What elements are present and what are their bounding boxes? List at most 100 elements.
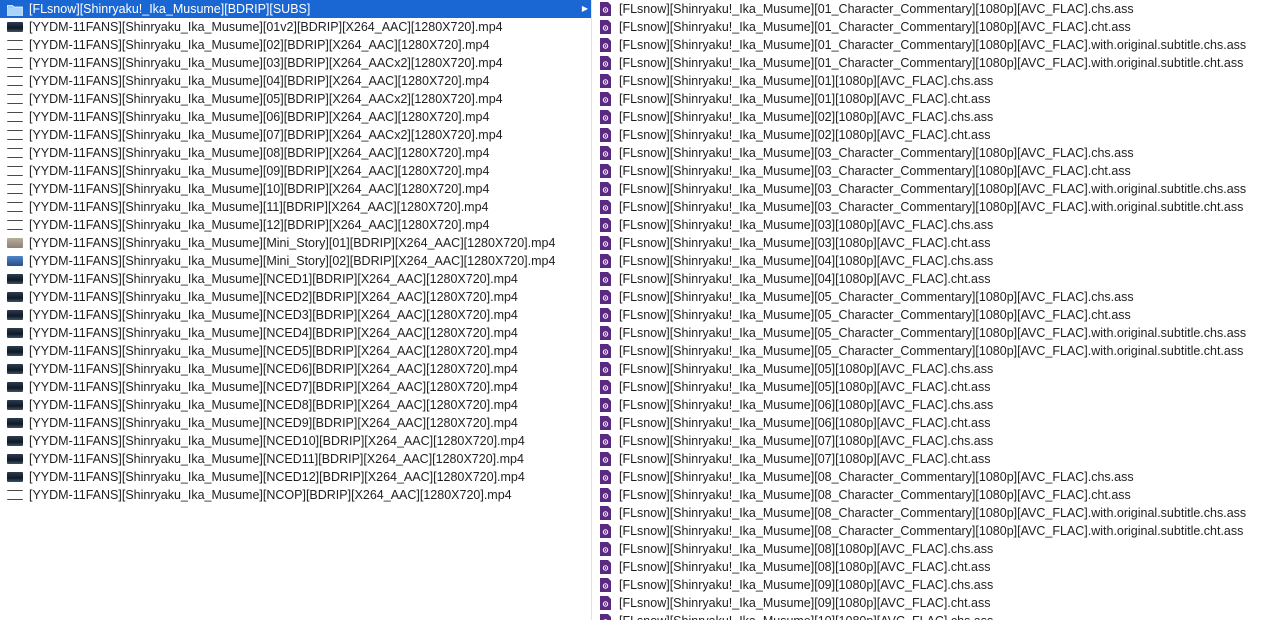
file-row[interactable]: [YYDM-11FANS][Shinryaku_Ika_Musume][NCED… bbox=[0, 378, 591, 396]
file-row[interactable]: [FLsnow][Shinryaku!_Ika_Musume][01_Chara… bbox=[593, 0, 1280, 18]
file-row[interactable]: [FLsnow][Shinryaku!_Ika_Musume][05_Chara… bbox=[593, 324, 1280, 342]
file-row[interactable]: [FLsnow][Shinryaku!_Ika_Musume][05_Chara… bbox=[593, 306, 1280, 324]
file-row[interactable]: [FLsnow][Shinryaku!_Ika_Musume][03_Chara… bbox=[593, 144, 1280, 162]
file-row[interactable]: [YYDM-11FANS][Shinryaku_Ika_Musume][Mini… bbox=[0, 252, 591, 270]
file-row[interactable]: [YYDM-11FANS][Shinryaku_Ika_Musume][NCED… bbox=[0, 306, 591, 324]
file-row[interactable]: [YYDM-11FANS][Shinryaku_Ika_Musume][NCED… bbox=[0, 396, 591, 414]
video-thumbnail-icon bbox=[7, 256, 23, 266]
file-name: [YYDM-11FANS][Shinryaku_Ika_Musume][NCED… bbox=[29, 344, 518, 358]
file-row[interactable]: [YYDM-11FANS][Shinryaku_Ika_Musume][09][… bbox=[0, 162, 591, 180]
video-thumbnail-icon bbox=[7, 166, 23, 176]
file-row[interactable]: [FLsnow][Shinryaku!_Ika_Musume][08_Chara… bbox=[593, 486, 1280, 504]
file-row[interactable]: [FLsnow][Shinryaku!_Ika_Musume][01][1080… bbox=[593, 90, 1280, 108]
file-row[interactable]: [FLsnow][Shinryaku!_Ika_Musume][05_Chara… bbox=[593, 288, 1280, 306]
file-row[interactable]: [YYDM-11FANS][Shinryaku_Ika_Musume][NCED… bbox=[0, 450, 591, 468]
subtitle-file-icon bbox=[600, 488, 611, 502]
left-column[interactable]: [FLsnow][Shinryaku!_Ika_Musume][BDRIP][S… bbox=[0, 0, 592, 620]
file-name: [YYDM-11FANS][Shinryaku_Ika_Musume][07][… bbox=[29, 128, 503, 142]
file-row[interactable]: [FLsnow][Shinryaku!_Ika_Musume][03][1080… bbox=[593, 234, 1280, 252]
subtitle-file-icon bbox=[600, 254, 611, 268]
file-row[interactable]: [YYDM-11FANS][Shinryaku_Ika_Musume][01v2… bbox=[0, 18, 591, 36]
file-row[interactable]: [YYDM-11FANS][Shinryaku_Ika_Musume][NCED… bbox=[0, 270, 591, 288]
video-thumbnail-icon bbox=[7, 472, 23, 482]
file-row[interactable]: [FLsnow][Shinryaku!_Ika_Musume][05_Chara… bbox=[593, 342, 1280, 360]
file-name: [YYDM-11FANS][Shinryaku_Ika_Musume][02][… bbox=[29, 38, 490, 52]
file-row[interactable]: [FLsnow][Shinryaku!_Ika_Musume][06][1080… bbox=[593, 414, 1280, 432]
file-row[interactable]: [FLsnow][Shinryaku!_Ika_Musume][02][1080… bbox=[593, 108, 1280, 126]
file-name: [FLsnow][Shinryaku!_Ika_Musume][03_Chara… bbox=[619, 200, 1244, 214]
file-row[interactable]: [YYDM-11FANS][Shinryaku_Ika_Musume][Mini… bbox=[0, 234, 591, 252]
file-row[interactable]: [FLsnow][Shinryaku!_Ika_Musume][08_Chara… bbox=[593, 468, 1280, 486]
file-row[interactable]: [YYDM-11FANS][Shinryaku_Ika_Musume][04][… bbox=[0, 72, 591, 90]
file-row[interactable]: [YYDM-11FANS][Shinryaku_Ika_Musume][05][… bbox=[0, 90, 591, 108]
file-row[interactable]: [YYDM-11FANS][Shinryaku_Ika_Musume][10][… bbox=[0, 180, 591, 198]
file-row[interactable]: [FLsnow][Shinryaku!_Ika_Musume][01_Chara… bbox=[593, 18, 1280, 36]
video-thumbnail-icon bbox=[7, 148, 23, 158]
folder-row[interactable]: [FLsnow][Shinryaku!_Ika_Musume][BDRIP][S… bbox=[0, 0, 591, 18]
chevron-right-icon: ▶ bbox=[581, 4, 588, 13]
file-name: [YYDM-11FANS][Shinryaku_Ika_Musume][09][… bbox=[29, 164, 490, 178]
file-row[interactable]: [YYDM-11FANS][Shinryaku_Ika_Musume][NCED… bbox=[0, 360, 591, 378]
file-row[interactable]: [FLsnow][Shinryaku!_Ika_Musume][07][1080… bbox=[593, 450, 1280, 468]
file-row[interactable]: [FLsnow][Shinryaku!_Ika_Musume][04][1080… bbox=[593, 252, 1280, 270]
video-thumbnail-icon bbox=[7, 58, 23, 68]
file-row[interactable]: [YYDM-11FANS][Shinryaku_Ika_Musume][07][… bbox=[0, 126, 591, 144]
file-row[interactable]: [FLsnow][Shinryaku!_Ika_Musume][08_Chara… bbox=[593, 522, 1280, 540]
file-row[interactable]: [FLsnow][Shinryaku!_Ika_Musume][07][1080… bbox=[593, 432, 1280, 450]
file-row[interactable]: [FLsnow][Shinryaku!_Ika_Musume][09][1080… bbox=[593, 594, 1280, 612]
file-name: [YYDM-11FANS][Shinryaku_Ika_Musume][NCED… bbox=[29, 470, 525, 484]
file-row[interactable]: [FLsnow][Shinryaku!_Ika_Musume][01][1080… bbox=[593, 72, 1280, 90]
file-name: [FLsnow][Shinryaku!_Ika_Musume][06][1080… bbox=[619, 416, 991, 430]
file-row[interactable]: [FLsnow][Shinryaku!_Ika_Musume][05][1080… bbox=[593, 360, 1280, 378]
file-row[interactable]: [YYDM-11FANS][Shinryaku_Ika_Musume][08][… bbox=[0, 144, 591, 162]
file-name: [YYDM-11FANS][Shinryaku_Ika_Musume][10][… bbox=[29, 182, 490, 196]
video-thumbnail-icon bbox=[7, 436, 23, 446]
file-row[interactable]: [FLsnow][Shinryaku!_Ika_Musume][09][1080… bbox=[593, 576, 1280, 594]
subtitle-file-icon bbox=[600, 182, 611, 196]
file-row[interactable]: [FLsnow][Shinryaku!_Ika_Musume][06][1080… bbox=[593, 396, 1280, 414]
file-row[interactable]: [FLsnow][Shinryaku!_Ika_Musume][10][1080… bbox=[593, 612, 1280, 620]
file-row[interactable]: [FLsnow][Shinryaku!_Ika_Musume][03_Chara… bbox=[593, 162, 1280, 180]
file-row[interactable]: [FLsnow][Shinryaku!_Ika_Musume][08_Chara… bbox=[593, 504, 1280, 522]
file-row[interactable]: [FLsnow][Shinryaku!_Ika_Musume][03_Chara… bbox=[593, 180, 1280, 198]
file-row[interactable]: [FLsnow][Shinryaku!_Ika_Musume][01_Chara… bbox=[593, 36, 1280, 54]
file-name: [FLsnow][Shinryaku!_Ika_Musume][01_Chara… bbox=[619, 56, 1244, 70]
subtitle-file-icon bbox=[600, 164, 611, 178]
file-row[interactable]: [YYDM-11FANS][Shinryaku_Ika_Musume][NCED… bbox=[0, 468, 591, 486]
file-row[interactable]: [YYDM-11FANS][Shinryaku_Ika_Musume][06][… bbox=[0, 108, 591, 126]
file-name: [FLsnow][Shinryaku!_Ika_Musume][03_Chara… bbox=[619, 164, 1131, 178]
file-row[interactable]: [YYDM-11FANS][Shinryaku_Ika_Musume][03][… bbox=[0, 54, 591, 72]
file-row[interactable]: [FLsnow][Shinryaku!_Ika_Musume][05][1080… bbox=[593, 378, 1280, 396]
file-name: [FLsnow][Shinryaku!_Ika_Musume][09][1080… bbox=[619, 578, 994, 592]
video-thumbnail-icon bbox=[7, 328, 23, 338]
file-row[interactable]: [YYDM-11FANS][Shinryaku_Ika_Musume][NCED… bbox=[0, 432, 591, 450]
subtitle-file-icon bbox=[600, 146, 611, 160]
subtitle-file-icon bbox=[600, 506, 611, 520]
file-row[interactable]: [FLsnow][Shinryaku!_Ika_Musume][02][1080… bbox=[593, 126, 1280, 144]
file-row[interactable]: [YYDM-11FANS][Shinryaku_Ika_Musume][12][… bbox=[0, 216, 591, 234]
file-row[interactable]: [YYDM-11FANS][Shinryaku_Ika_Musume][NCED… bbox=[0, 414, 591, 432]
video-thumbnail-icon bbox=[7, 382, 23, 392]
subtitle-file-icon bbox=[600, 362, 611, 376]
file-row[interactable]: [YYDM-11FANS][Shinryaku_Ika_Musume][02][… bbox=[0, 36, 591, 54]
subtitle-file-icon bbox=[600, 110, 611, 124]
file-row[interactable]: [FLsnow][Shinryaku!_Ika_Musume][08][1080… bbox=[593, 558, 1280, 576]
file-row[interactable]: [FLsnow][Shinryaku!_Ika_Musume][03][1080… bbox=[593, 216, 1280, 234]
right-column[interactable]: [FLsnow][Shinryaku!_Ika_Musume][01_Chara… bbox=[593, 0, 1280, 620]
subtitle-file-icon bbox=[600, 596, 611, 610]
file-row[interactable]: [YYDM-11FANS][Shinryaku_Ika_Musume][NCED… bbox=[0, 342, 591, 360]
file-name: [FLsnow][Shinryaku!_Ika_Musume][08][1080… bbox=[619, 542, 994, 556]
file-row[interactable]: [YYDM-11FANS][Shinryaku_Ika_Musume][NCED… bbox=[0, 324, 591, 342]
video-thumbnail-icon bbox=[7, 130, 23, 140]
subtitle-file-icon bbox=[600, 470, 611, 484]
file-row[interactable]: [FLsnow][Shinryaku!_Ika_Musume][03_Chara… bbox=[593, 198, 1280, 216]
file-row[interactable]: [YYDM-11FANS][Shinryaku_Ika_Musume][11][… bbox=[0, 198, 591, 216]
file-row[interactable]: [YYDM-11FANS][Shinryaku_Ika_Musume][NCOP… bbox=[0, 486, 591, 504]
subtitle-file-icon bbox=[600, 308, 611, 322]
file-row[interactable]: [FLsnow][Shinryaku!_Ika_Musume][04][1080… bbox=[593, 270, 1280, 288]
file-row[interactable]: [YYDM-11FANS][Shinryaku_Ika_Musume][NCED… bbox=[0, 288, 591, 306]
file-row[interactable]: [FLsnow][Shinryaku!_Ika_Musume][01_Chara… bbox=[593, 54, 1280, 72]
file-name: [YYDM-11FANS][Shinryaku_Ika_Musume][08][… bbox=[29, 146, 490, 160]
file-row[interactable]: [FLsnow][Shinryaku!_Ika_Musume][08][1080… bbox=[593, 540, 1280, 558]
file-name: [FLsnow][Shinryaku!_Ika_Musume][03_Chara… bbox=[619, 182, 1247, 196]
